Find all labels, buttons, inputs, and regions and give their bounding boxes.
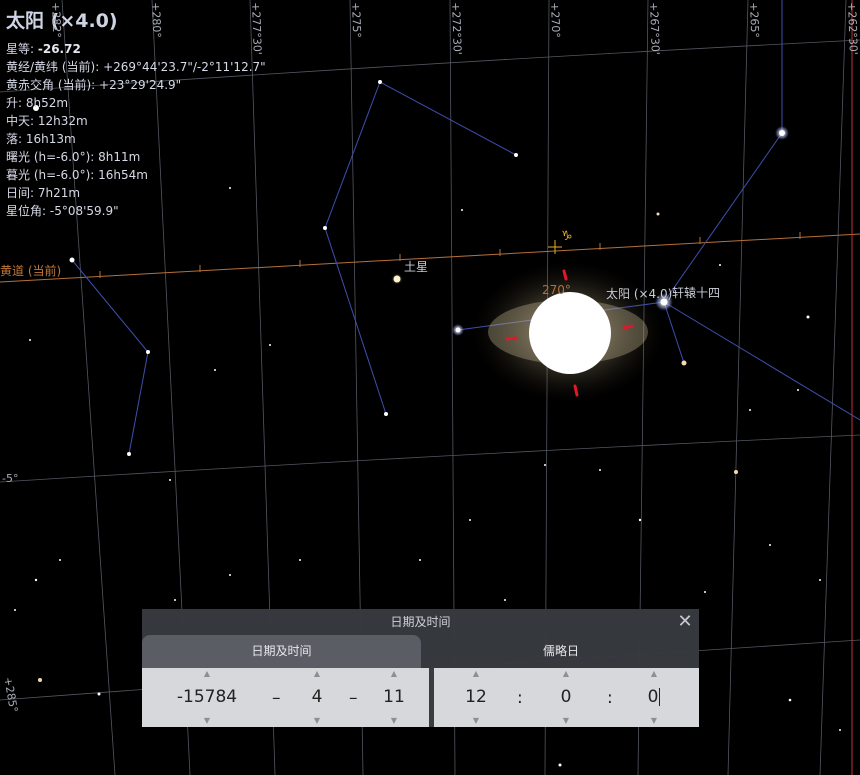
info-row-value: -26.72 [37, 42, 81, 56]
info-row-value: 8h11m [98, 150, 141, 164]
grid-label-top: +282° [49, 2, 64, 39]
info-row-label: 黄经/黄纬 (当前): [6, 60, 104, 74]
date-time-dialog: 日期及时间 ✕ 日期及时间 儒略日 ▲ -15784 ▼ – ▲ 4 ▼ – ▲… [142, 609, 699, 727]
object-info-panel: 太阳 (×4.0) 星等: -26.72 黄经/黄纬 (当前): +269°44'… [6, 8, 266, 220]
month-spinbox[interactable]: ▲ 4 ▼ [297, 668, 337, 727]
object-name: 太阳 [6, 10, 45, 32]
capricorn-icon: ♑ [561, 229, 573, 244]
info-row: 黄经/黄纬 (当前): +269°44'23.7"/-2°11'12.7" [6, 58, 266, 76]
close-icon[interactable]: ✕ [675, 612, 695, 632]
info-row-label: 星位角: [6, 204, 50, 218]
info-row-value: 12h32m [37, 114, 88, 128]
info-row-label: 落: [6, 132, 26, 146]
info-row-value: 7h21m [37, 186, 81, 200]
date-separator: – [272, 688, 281, 708]
second-text: 0 [647, 687, 659, 707]
date-fields: ▲ -15784 ▼ – ▲ 4 ▼ – ▲ 11 ▼ [142, 668, 429, 727]
info-row-label: 升: [6, 96, 26, 110]
info-row-value: +269°44'23.7"/-2°11'12.7" [103, 60, 266, 74]
info-row-value: 16h13m [25, 132, 76, 146]
info-row-value: 16h54m [98, 168, 148, 182]
year-down-icon[interactable]: ▼ [162, 715, 252, 727]
info-row-label: 黄赤交角 (当前): [6, 78, 100, 92]
info-row: 星等: -26.72 [6, 40, 266, 58]
second-value[interactable]: 0 [634, 684, 674, 710]
text-cursor [659, 688, 661, 706]
year-value[interactable]: -15784 [162, 684, 252, 710]
tab-julian-day[interactable]: 儒略日 [423, 635, 699, 668]
info-row: 暮光 (h=-6.0°): 16h54m [6, 166, 266, 184]
grid-label-top: +272°30' [449, 2, 464, 56]
time-separator: : [517, 688, 523, 708]
object-info-rows: 星等: -26.72 黄经/黄纬 (当前): +269°44'23.7"/-2°1… [6, 40, 266, 220]
ecliptic-degree-label: 270° [542, 283, 571, 297]
saturn-label: 土星 [404, 260, 429, 274]
minute-spinbox[interactable]: ▲ 0 ▼ [546, 668, 586, 727]
info-row: 落: 16h13m [6, 130, 266, 148]
object-title: 太阳 (×4.0) [6, 8, 266, 34]
info-row: 日间: 7h21m [6, 184, 266, 202]
minute-down-icon[interactable]: ▼ [546, 715, 586, 727]
info-row-label: 暮光 (h=-6.0°): [6, 168, 99, 182]
month-up-icon[interactable]: ▲ [297, 668, 337, 680]
day-spinbox[interactable]: ▲ 11 ▼ [374, 668, 414, 727]
hour-down-icon[interactable]: ▼ [456, 715, 496, 727]
grid-label-left-mid: -5° [2, 472, 19, 485]
ecliptic-line [0, 233, 860, 283]
info-row: 中天: 12h32m [6, 112, 266, 130]
info-row: 曙光 (h=-6.0°): 8h11m [6, 148, 266, 166]
hour-up-icon[interactable]: ▲ [456, 668, 496, 680]
year-spinbox[interactable]: ▲ -15784 ▼ [162, 668, 252, 727]
day-value[interactable]: 11 [374, 684, 414, 710]
month-down-icon[interactable]: ▼ [297, 715, 337, 727]
sun-label: 太阳 (×4.0) [606, 287, 673, 301]
second-down-icon[interactable]: ▼ [634, 715, 674, 727]
time-fields: ▲ 12 ▼ : ▲ 0 ▼ : ▲ 0 ▼ [434, 668, 699, 727]
second-up-icon[interactable]: ▲ [634, 668, 674, 680]
month-value[interactable]: 4 [297, 684, 337, 710]
time-separator: : [607, 688, 613, 708]
info-row-label: 中天: [6, 114, 38, 128]
info-row-label: 星等: [6, 42, 38, 56]
hour-spinbox[interactable]: ▲ 12 ▼ [456, 668, 496, 727]
grid-label-top: +275° [349, 2, 364, 39]
info-row: 星位角: -5°08'59.9" [6, 202, 266, 220]
second-spinbox[interactable]: ▲ 0 ▼ [634, 668, 674, 727]
date-separator: – [349, 688, 358, 708]
regulus-label: 轩辕十四 [672, 286, 721, 300]
tab-date-time[interactable]: 日期及时间 [142, 635, 421, 668]
day-up-icon[interactable]: ▲ [374, 668, 414, 680]
grid-label-top: +267°30' [647, 2, 662, 56]
info-row-value: -5°08'59.9" [49, 204, 119, 218]
info-row-label: 曙光 (h=-6.0°): [6, 150, 99, 164]
grid-label-top: +265° [747, 2, 762, 39]
year-up-icon[interactable]: ▲ [162, 668, 252, 680]
day-down-icon[interactable]: ▼ [374, 715, 414, 727]
grid-label-top: +262°30' [845, 2, 860, 56]
info-row-value: 8h52m [25, 96, 69, 110]
dialog-title: 日期及时间 [390, 615, 451, 629]
minute-up-icon[interactable]: ▲ [546, 668, 586, 680]
info-row: 黄赤交角 (当前): +23°29'24.9" [6, 76, 266, 94]
grid-label-top: +270° [548, 2, 563, 39]
info-row-value: +23°29'24.9" [99, 78, 182, 92]
hour-value[interactable]: 12 [456, 684, 496, 710]
minute-value[interactable]: 0 [546, 684, 586, 710]
ecliptic-label: 黄道 (当前) [0, 264, 62, 278]
grid-label-top: +280° [149, 2, 164, 39]
info-row: 升: 8h52m [6, 94, 266, 112]
info-row-label: 日间: [6, 186, 38, 200]
grid-label-top: +277°30' [249, 2, 264, 56]
